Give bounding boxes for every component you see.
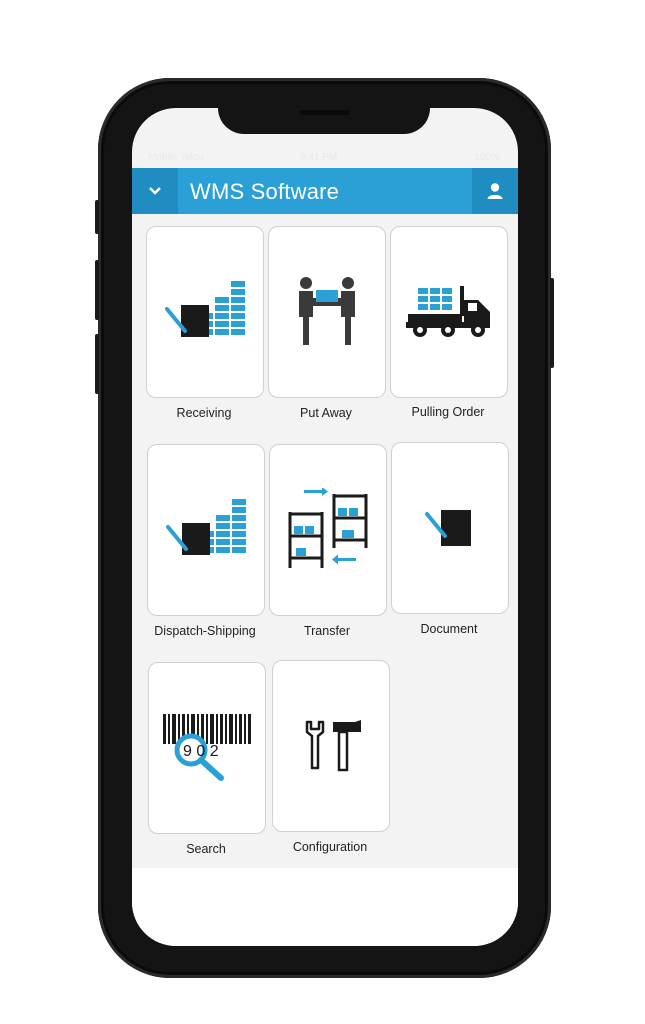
transfer-shelves-icon [288, 488, 368, 568]
volume-up-button [95, 260, 99, 320]
document-icon [425, 510, 471, 546]
status-bar: Mobile Telco 9:41 PM 100% [132, 146, 518, 168]
power-button [550, 278, 554, 368]
tile-pulling-order[interactable] [390, 226, 508, 398]
phone-notch [218, 98, 430, 134]
handover-icon [299, 277, 355, 345]
tile-label-transfer: Transfer [303, 624, 351, 638]
user-icon [487, 183, 503, 199]
volume-down-button [95, 334, 99, 394]
menu-button[interactable] [132, 168, 178, 214]
carrier-label: Mobile Telco [148, 152, 204, 163]
clock: 9:41 PM [300, 152, 338, 163]
app-header: WMS Software [132, 168, 518, 214]
app-screen: Mobile Telco 9:41 PM 100% WMS Software R… [132, 108, 518, 946]
chevron-down-icon [149, 187, 161, 195]
barcode-search-icon: 9 0 2 [163, 714, 251, 781]
mute-switch [95, 200, 99, 234]
tile-label-dispatch-shipping: Dispatch-Shipping [154, 624, 256, 638]
tile-put-away[interactable] [268, 226, 386, 398]
tile-label-receiving: Receiving [176, 406, 232, 420]
tile-transfer[interactable] [269, 444, 387, 616]
tile-label-document: Document [420, 622, 478, 636]
truck-icon [406, 286, 490, 337]
dispatch-icon [166, 499, 246, 555]
tile-search[interactable]: 9 0 2 [148, 662, 266, 834]
receiving-icon [165, 281, 245, 337]
tile-label-pulling-order: Pulling Order [411, 405, 485, 419]
tile-label-put-away: Put Away [300, 406, 352, 420]
tools-icon [305, 720, 361, 772]
battery-level: 100% [474, 152, 500, 163]
tile-receiving[interactable] [146, 226, 264, 398]
tile-document[interactable] [391, 442, 509, 614]
app-title: WMS Software [190, 179, 340, 204]
tile-label-configuration: Configuration [292, 840, 368, 854]
bottom-bar [132, 868, 518, 946]
tile-configuration[interactable] [272, 660, 390, 832]
tile-dispatch-shipping[interactable] [147, 444, 265, 616]
barcode-digits: 9 0 2 [183, 743, 219, 760]
user-button[interactable] [472, 168, 518, 214]
tile-label-search: Search [186, 842, 226, 856]
